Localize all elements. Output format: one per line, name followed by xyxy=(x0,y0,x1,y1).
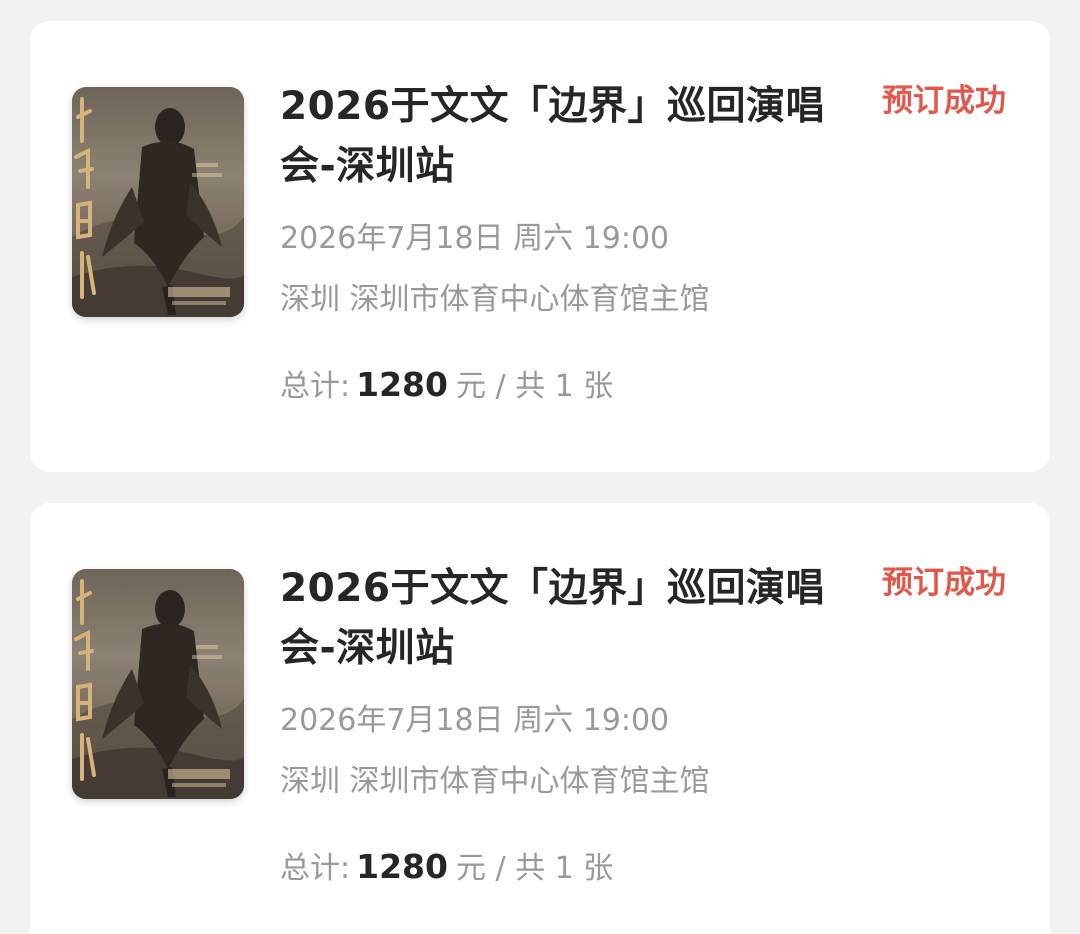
total-label: 总计: xyxy=(280,369,351,404)
total-amount: 1280 xyxy=(356,847,448,886)
event-venue: 深圳 深圳市体育中心体育馆主馆 xyxy=(280,282,710,317)
event-title[interactable]: 2026于文文「边界」巡回演唱会-深圳站 xyxy=(280,77,840,197)
order-total: 总计: 1280 元 / 共 1 张 xyxy=(280,845,613,891)
order-total: 总计: 1280 元 / 共 1 张 xyxy=(280,363,613,409)
total-amount: 1280 xyxy=(356,365,448,404)
total-label: 总计: xyxy=(280,851,351,886)
concert-poster-image xyxy=(72,87,244,317)
event-title[interactable]: 2026于文文「边界」巡回演唱会-深圳站 xyxy=(280,559,840,679)
total-unit: 元 / 共 1 张 xyxy=(455,851,614,886)
concert-poster-image xyxy=(72,569,244,799)
total-unit: 元 / 共 1 张 xyxy=(455,369,614,404)
order-status-badge: 预订成功 xyxy=(882,83,1006,119)
order-card[interactable]: 2026于文文「边界」巡回演唱会-深圳站 预订成功 2026年7月18日 周六 … xyxy=(30,21,1050,472)
event-datetime: 2026年7月18日 周六 19:00 xyxy=(280,703,670,738)
event-datetime: 2026年7月18日 周六 19:00 xyxy=(280,221,670,256)
event-venue: 深圳 深圳市体育中心体育馆主馆 xyxy=(280,764,710,799)
order-list: 2026于文文「边界」巡回演唱会-深圳站 预订成功 2026年7月18日 周六 … xyxy=(0,0,1080,934)
order-status-badge: 预订成功 xyxy=(882,565,1006,601)
order-card[interactable]: 2026于文文「边界」巡回演唱会-深圳站 预订成功 2026年7月18日 周六 … xyxy=(30,503,1050,934)
